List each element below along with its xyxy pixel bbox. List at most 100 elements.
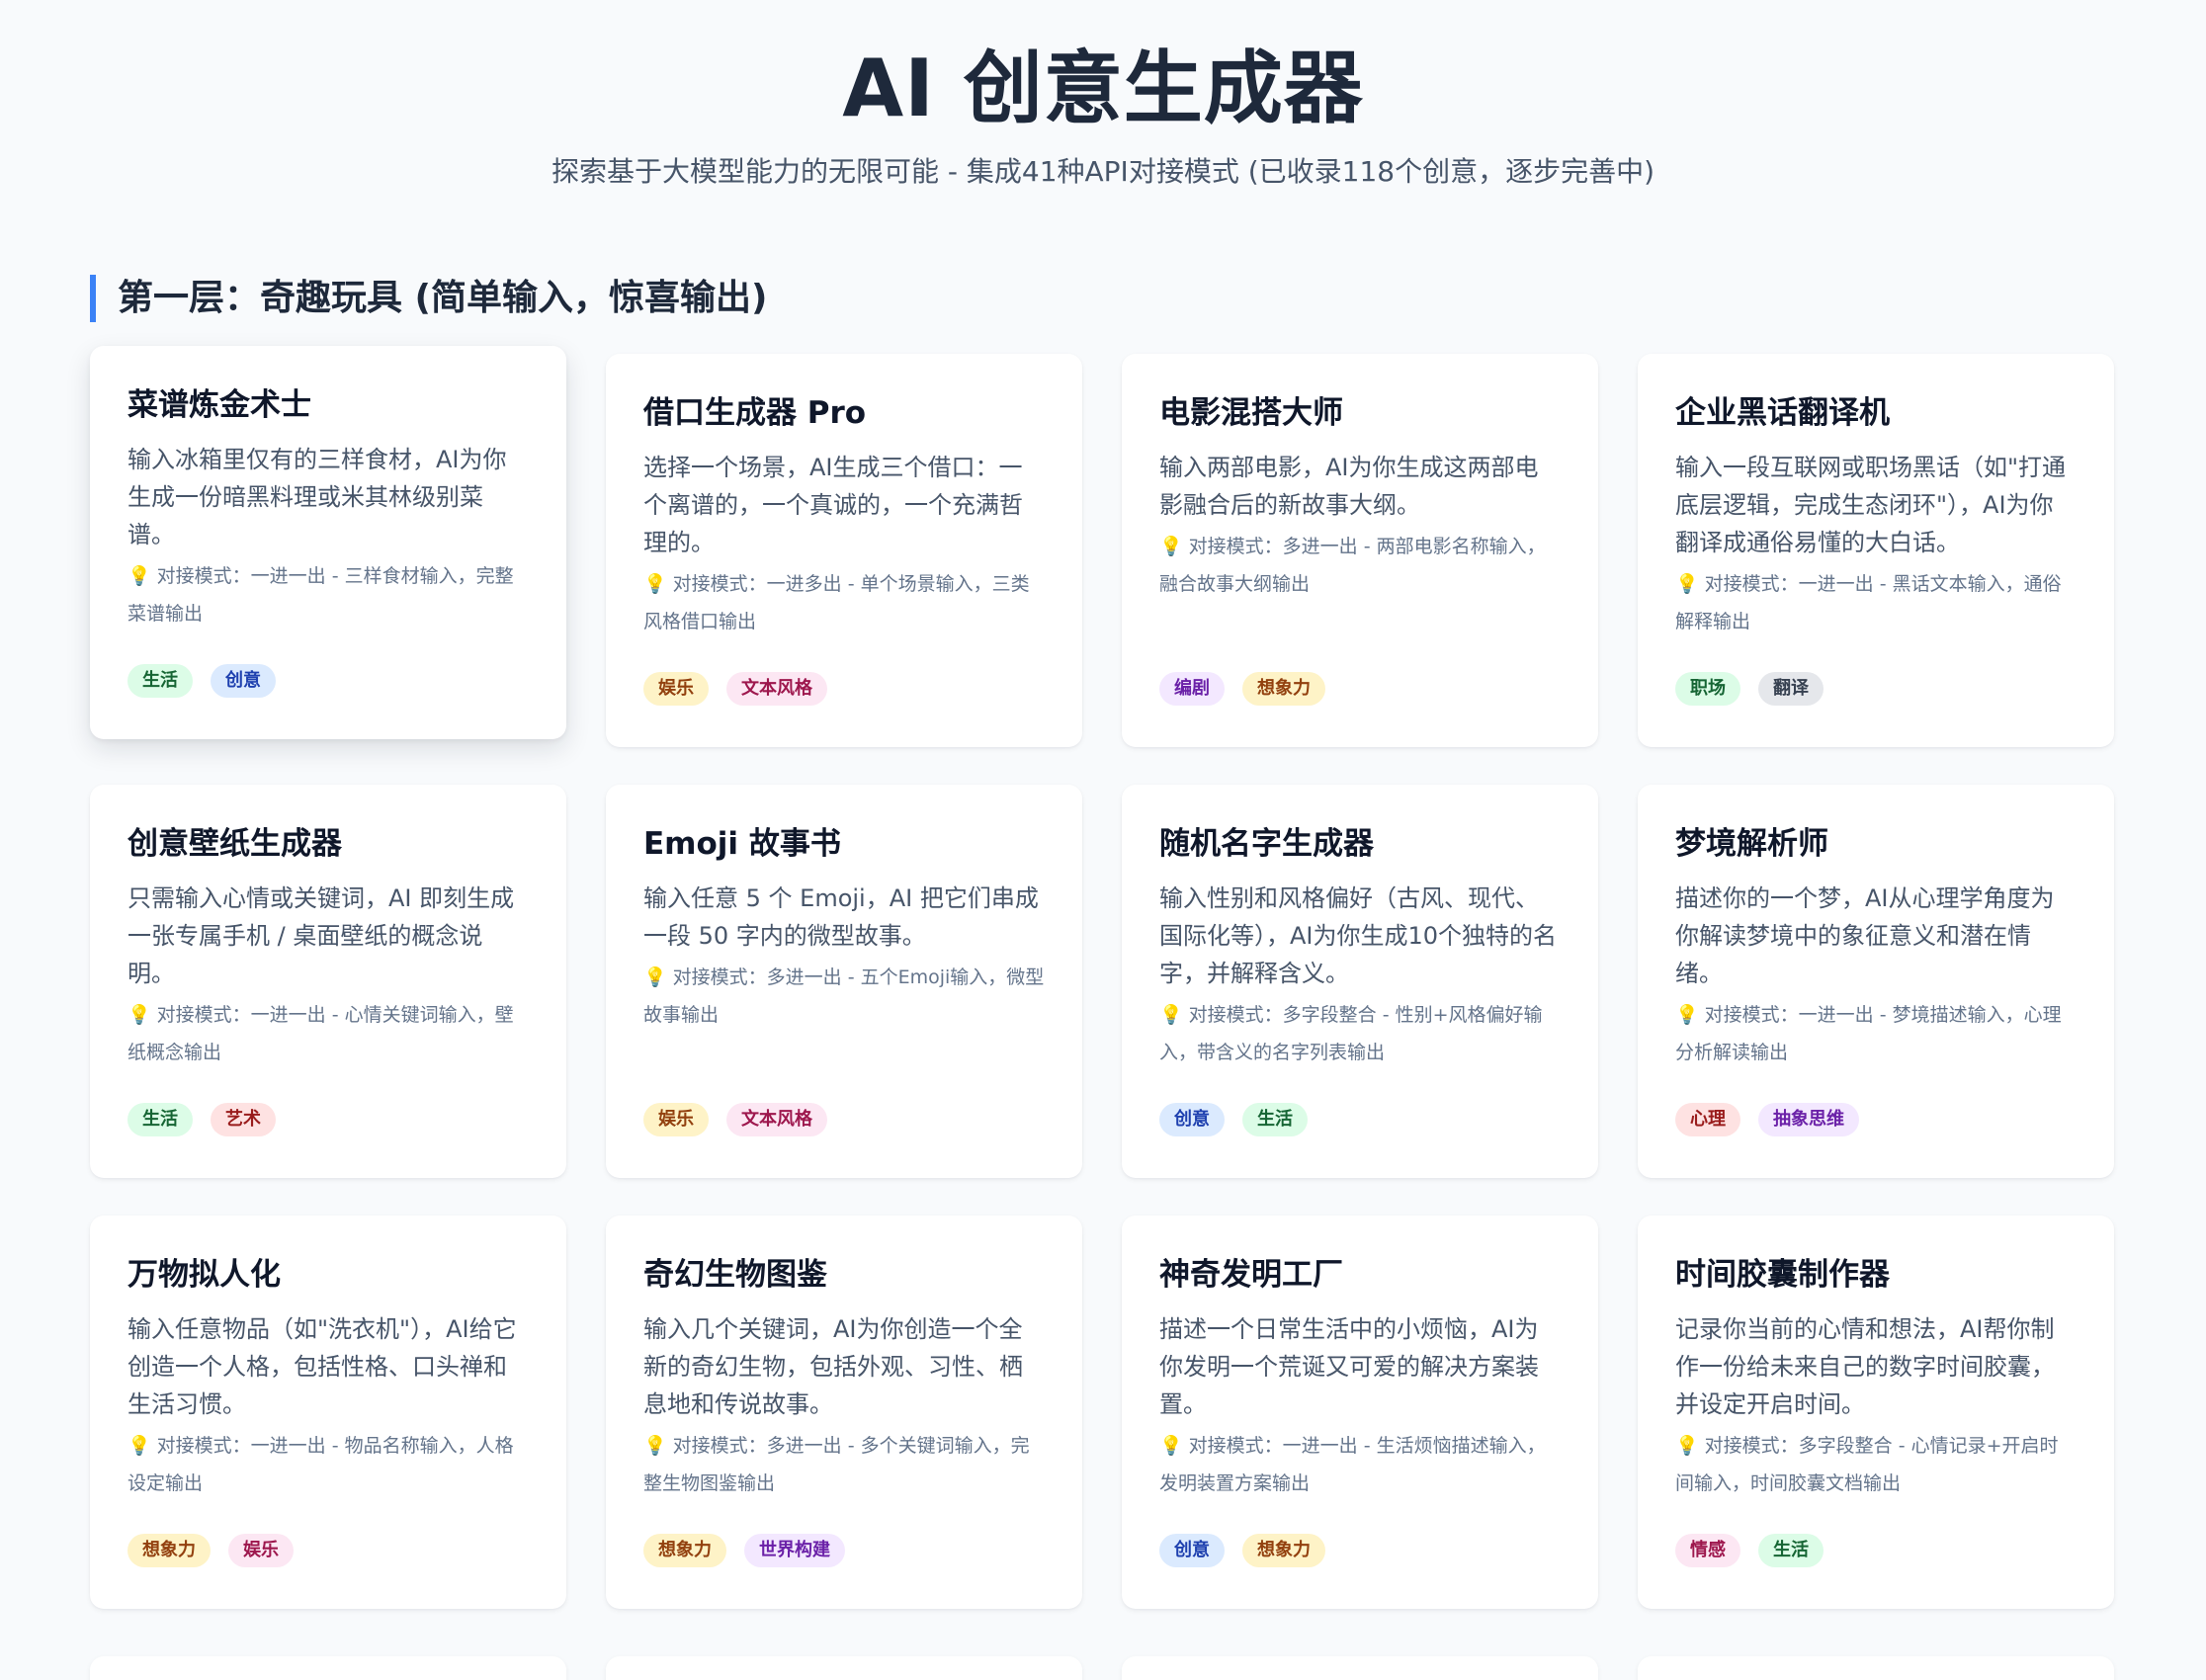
- idea-card[interactable]: 随机名字生成器 输入性别和风格偏好（古风、现代、国际化等），AI为你生成10个独特…: [1122, 785, 1598, 1178]
- tag-badge[interactable]: 编剧: [1159, 672, 1225, 706]
- card-title: 创意壁纸生成器: [127, 826, 342, 862]
- lightbulb-icon: 💡: [127, 1435, 151, 1457]
- tag-badge[interactable]: 生活: [1758, 1534, 1824, 1567]
- tag-badge[interactable]: 生活: [127, 664, 193, 698]
- tag-badge[interactable]: 想象力: [1242, 672, 1325, 706]
- tag-badge[interactable]: 生活: [1242, 1103, 1308, 1136]
- idea-card-partial[interactable]: [1638, 1656, 2114, 1680]
- card-tags: 情感 生活: [1675, 1534, 1824, 1567]
- card-description: 只需输入心情或关键词，AI 即刻生成一张专属手机 / 桌面壁纸的概念说明。: [127, 884, 515, 987]
- tag-badge[interactable]: 翻译: [1758, 672, 1824, 706]
- card-description: 描述你的一个梦，AI从心理学角度为你解读梦境中的象征意义和潜在情绪。: [1675, 884, 2055, 987]
- tag-badge[interactable]: 生活: [127, 1103, 193, 1136]
- card-api-mode: 💡 对接模式：一进一出 - 物品名称输入，人格设定输出: [127, 1427, 529, 1502]
- card-api-mode-text: 对接模式：一进一出 - 生活烦恼描述输入，发明装置方案输出: [1159, 1435, 1546, 1494]
- tag-badge[interactable]: 情感: [1675, 1534, 1740, 1567]
- tag-badge[interactable]: 娱乐: [228, 1534, 294, 1567]
- card-api-mode: 💡 对接模式：一进一出 - 三样食材输入，完整菜谱输出: [127, 557, 529, 632]
- idea-card[interactable]: 创意壁纸生成器只需输入心情或关键词，AI 即刻生成一张专属手机 / 桌面壁纸的概…: [90, 785, 566, 1178]
- card-tags: 编剧 想象力: [1159, 672, 1325, 706]
- card-description: 输入性别和风格偏好（古风、现代、国际化等），AI为你生成10个独特的名字，并解释…: [1159, 884, 1558, 987]
- tag-badge[interactable]: 想象力: [127, 1534, 211, 1567]
- lightbulb-icon: 💡: [643, 573, 667, 595]
- tag-badge[interactable]: 职场: [1675, 672, 1740, 706]
- idea-card[interactable]: 菜谱炼金术士输入冰箱里仅有的三样食材，AI为你生成一份暗黑料理或米其林级别菜谱。…: [90, 346, 566, 739]
- page-header: AI 创意生成器 探索基于大模型能力的无限可能 - 集成41种API对接模式 (…: [0, 0, 2206, 190]
- idea-card[interactable]: 神奇发明工厂 描述一个日常生活中的小烦恼，AI为你发明一个荒诞又可爱的解决方案装置…: [1122, 1216, 1598, 1609]
- lightbulb-icon: 💡: [1675, 1004, 1699, 1026]
- tag-badge[interactable]: 抽象思维: [1758, 1103, 1859, 1136]
- card-api-mode: 💡 对接模式：一进一出 - 黑话文本输入，通俗解释输出: [1675, 565, 2077, 640]
- page: AI 创意生成器 探索基于大模型能力的无限可能 - 集成41种API对接模式 (…: [0, 0, 2206, 1680]
- card-api-mode: 💡 对接模式：多字段整合 - 性别+风格偏好输入，带含义的名字列表输出: [1159, 996, 1561, 1071]
- card-description: 输入两部电影，AI为你生成这两部电影融合后的新故事大纲。: [1159, 454, 1539, 519]
- card-title: 借口生成器 Pro: [643, 395, 867, 431]
- card-title: 电影混搭大师: [1159, 395, 1343, 431]
- tag-badge[interactable]: 心理: [1675, 1103, 1740, 1136]
- idea-card[interactable]: 电影混搭大师输入两部电影，AI为你生成这两部电影融合后的新故事大纲。 💡 对接模式：…: [1122, 354, 1598, 747]
- card-tags: 想象力 娱乐: [127, 1534, 294, 1567]
- card-api-mode-text: 对接模式：多字段整合 - 心情记录+开启时间输入，时间胶囊文档输出: [1675, 1435, 2059, 1494]
- tag-badge[interactable]: 创意: [1159, 1534, 1225, 1567]
- card-title: 梦境解析师: [1675, 826, 1828, 862]
- page-title: AI 创意生成器: [842, 42, 1364, 134]
- tag-badge[interactable]: 想象力: [643, 1534, 726, 1567]
- card-api-mode: 💡 对接模式：多进一出 - 多个关键词输入，完整生物图鉴输出: [643, 1427, 1045, 1502]
- card-api-mode: 💡 对接模式：一进一出 - 心情关键词输入，壁纸概念输出: [127, 996, 529, 1071]
- idea-card-partial[interactable]: [90, 1656, 566, 1680]
- card-api-mode: 💡 对接模式：一进多出 - 单个场景输入，三类风格借口输出: [643, 565, 1045, 640]
- idea-card[interactable]: 借口生成器 Pro 选择一个场景，AI生成三个借口：一个离谱的，一个真诚的，一个充…: [606, 354, 1082, 747]
- tag-badge[interactable]: 艺术: [211, 1103, 276, 1136]
- idea-card-partial[interactable]: [606, 1656, 1082, 1680]
- tag-badge[interactable]: 娱乐: [643, 1103, 709, 1136]
- card-api-mode: 💡 对接模式：多进一出 - 五个Emoji输入，微型故事输出: [643, 959, 1045, 1034]
- card-title: 时间胶囊制作器: [1675, 1257, 1890, 1293]
- tag-badge[interactable]: 娱乐: [643, 672, 709, 706]
- card-api-mode-text: 对接模式：多进一出 - 多个关键词输入，完整生物图鉴输出: [643, 1435, 1030, 1494]
- section-title: 第一层：奇趣玩具 (简单输入，惊喜输出): [90, 275, 767, 322]
- idea-card-partial[interactable]: [1122, 1656, 1598, 1680]
- card-title: 万物拟人化: [127, 1257, 281, 1293]
- lightbulb-icon: 💡: [1159, 536, 1183, 557]
- card-tags: 娱乐 文本风格: [643, 1103, 827, 1136]
- idea-card[interactable]: 梦境解析师描述你的一个梦，AI从心理学角度为你解读梦境中的象征意义和潜在情绪。 💡…: [1638, 785, 2114, 1178]
- card-title: 菜谱炼金术士: [127, 387, 311, 423]
- idea-card[interactable]: 时间胶囊制作器 记录你当前的心情和想法，AI帮你制作一份给未来自己的数字时间胶囊，…: [1638, 1216, 2114, 1609]
- tag-badge[interactable]: 世界构建: [744, 1534, 845, 1567]
- page-subtitle: 探索基于大模型能力的无限可能 - 集成41种API对接模式 (已收录118个创意…: [551, 155, 1655, 188]
- card-api-mode-text: 对接模式：多进一出 - 两部电影名称输入，融合故事大纲输出: [1159, 536, 1546, 595]
- card-api-mode-text: 对接模式：多字段整合 - 性别+风格偏好输入，带含义的名字列表输出: [1159, 1004, 1543, 1063]
- tag-badge[interactable]: 创意: [1159, 1103, 1225, 1136]
- card-tags: 创意 生活: [1159, 1103, 1308, 1136]
- card-description: 输入任意物品（如"洗衣机"），AI给它创造一个人格，包括性格、口头禅和生活习惯。: [127, 1315, 517, 1418]
- card-api-mode-text: 对接模式：一进一出 - 心情关键词输入，壁纸概念输出: [127, 1004, 514, 1063]
- card-api-mode-text: 对接模式：一进一出 - 三样食材输入，完整菜谱输出: [127, 565, 514, 625]
- tag-badge[interactable]: 想象力: [1242, 1534, 1325, 1567]
- lightbulb-icon: 💡: [1159, 1004, 1183, 1026]
- card-api-mode: 💡 对接模式：一进一出 - 梦境描述输入，心理分析解读输出: [1675, 996, 2077, 1071]
- card-tags: 创意 想象力: [1159, 1534, 1325, 1567]
- idea-card-grid: 菜谱炼金术士输入冰箱里仅有的三样食材，AI为你生成一份暗黑料理或米其林级别菜谱。…: [90, 346, 2114, 1609]
- card-description: 输入几个关键词，AI为你创造一个全新的奇幻生物，包括外观、习性、栖息地和传说故事…: [643, 1315, 1023, 1418]
- card-description: 输入冰箱里仅有的三样食材，AI为你生成一份暗黑料理或米其林级别菜谱。: [127, 446, 507, 548]
- card-api-mode-text: 对接模式：一进多出 - 单个场景输入，三类风格借口输出: [643, 573, 1030, 632]
- card-api-mode-text: 对接模式：一进一出 - 黑话文本输入，通俗解释输出: [1675, 573, 2062, 632]
- card-api-mode-text: 对接模式：一进一出 - 梦境描述输入，心理分析解读输出: [1675, 1004, 2062, 1063]
- card-tags: 职场 翻译: [1675, 672, 1824, 706]
- idea-card[interactable]: 万物拟人化输入任意物品（如"洗衣机"），AI给它创造一个人格，包括性格、口头禅和…: [90, 1216, 566, 1609]
- card-tags: 生活 创意: [127, 664, 276, 698]
- tag-badge[interactable]: 文本风格: [726, 672, 827, 706]
- card-api-mode: 💡 对接模式：多字段整合 - 心情记录+开启时间输入，时间胶囊文档输出: [1675, 1427, 2077, 1502]
- card-api-mode-text: 对接模式：一进一出 - 物品名称输入，人格设定输出: [127, 1435, 514, 1494]
- lightbulb-icon: 💡: [1159, 1435, 1183, 1457]
- card-tags: 想象力 世界构建: [643, 1534, 845, 1567]
- lightbulb-icon: 💡: [1675, 1435, 1699, 1457]
- tag-badge[interactable]: 文本风格: [726, 1103, 827, 1136]
- tag-badge[interactable]: 创意: [211, 664, 276, 698]
- card-api-mode: 💡 对接模式：多进一出 - 两部电影名称输入，融合故事大纲输出: [1159, 528, 1561, 603]
- lightbulb-icon: 💡: [643, 966, 667, 988]
- idea-card[interactable]: 奇幻生物图鉴 输入几个关键词，AI为你创造一个全新的奇幻生物，包括外观、习性、栖息…: [606, 1216, 1082, 1609]
- lightbulb-icon: 💡: [643, 1435, 667, 1457]
- idea-card[interactable]: Emoji 故事书 输入任意 5 个 Emoji，AI 把它们串成一段 50 字内…: [606, 785, 1082, 1178]
- idea-card[interactable]: 企业黑话翻译机 输入一段互联网或职场黑话（如"打通底层逻辑，完成生态闭环"），AI…: [1638, 354, 2114, 747]
